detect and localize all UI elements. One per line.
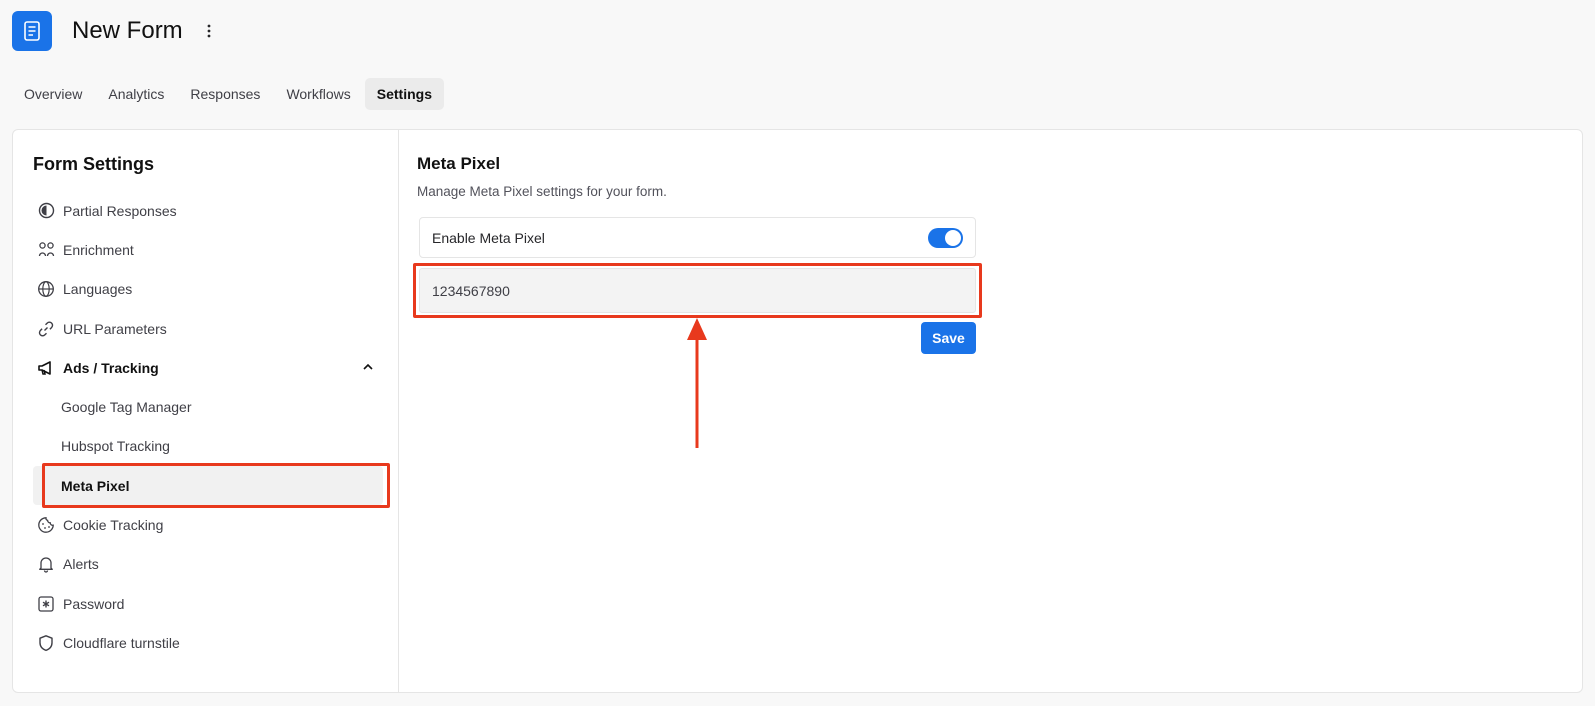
sidebar-item-label: Alerts — [63, 556, 99, 573]
sidebar-item-languages[interactable]: Languages — [33, 270, 383, 309]
globe-icon — [37, 280, 55, 298]
enable-meta-pixel-label: Enable Meta Pixel — [432, 229, 545, 246]
sidebar-item-cloudflare-turnstile[interactable]: Cloudflare turnstile — [33, 623, 383, 662]
annotation-arrow — [687, 318, 707, 448]
enable-meta-pixel-row: Enable Meta Pixel — [419, 217, 976, 258]
sidebar-item-password[interactable]: Password — [33, 584, 383, 623]
sidebar-item-label: Hubspot Tracking — [61, 438, 170, 455]
sidebar-item-label: Meta Pixel — [61, 477, 130, 494]
half-circle-icon — [37, 202, 55, 220]
document-icon — [12, 11, 52, 51]
section-description: Manage Meta Pixel settings for your form… — [417, 184, 667, 199]
sidebar-item-label: Enrichment — [63, 241, 134, 258]
sidebar-item-google-tag-manager[interactable]: Google Tag Manager — [33, 387, 383, 426]
save-button[interactable]: Save — [921, 322, 976, 354]
vertical-ellipsis-icon[interactable] — [201, 19, 217, 43]
cookie-icon — [37, 516, 55, 534]
sidebar-item-hubspot-tracking[interactable]: Hubspot Tracking — [33, 427, 383, 466]
tab-workflows[interactable]: Workflows — [274, 78, 362, 110]
settings-sidebar: Form Settings Partial Responses Enrichme… — [13, 130, 399, 692]
sidebar-item-enrichment[interactable]: Enrichment — [33, 230, 383, 269]
sidebar-item-label: Google Tag Manager — [61, 399, 192, 416]
sidebar-item-cookie-tracking[interactable]: Cookie Tracking — [33, 505, 383, 544]
section-title: Meta Pixel — [417, 154, 501, 173]
tab-responses[interactable]: Responses — [178, 78, 272, 110]
chevron-up-icon[interactable] — [361, 360, 375, 374]
toggle-knob — [945, 230, 961, 246]
sidebar-item-ads-tracking[interactable]: Ads / Tracking — [33, 348, 383, 387]
users-icon — [37, 241, 55, 259]
tab-settings[interactable]: Settings — [364, 78, 444, 110]
asterisk-icon — [37, 595, 55, 613]
meta-pixel-id-input[interactable] — [419, 268, 976, 313]
bell-icon — [37, 555, 55, 573]
sidebar-title: Form Settings — [33, 154, 155, 174]
sidebar-item-label: Languages — [63, 281, 133, 298]
sidebar-item-label: Password — [63, 595, 125, 612]
shield-icon — [37, 634, 55, 652]
sidebar-item-label: Partial Responses — [63, 202, 177, 219]
tab-analytics[interactable]: Analytics — [96, 78, 176, 110]
page-title: New Form — [72, 17, 183, 44]
sidebar-item-label: Cloudflare turnstile — [63, 634, 180, 651]
sidebar-item-label: URL Parameters — [63, 320, 167, 337]
link-icon — [37, 320, 55, 338]
sidebar-item-url-parameters[interactable]: URL Parameters — [33, 309, 383, 348]
tab-overview[interactable]: Overview — [12, 78, 94, 110]
sidebar-item-alerts[interactable]: Alerts — [33, 545, 383, 584]
sidebar-item-partial-responses[interactable]: Partial Responses — [33, 191, 383, 230]
app-header: New Form — [12, 11, 217, 51]
settings-nav: Partial Responses Enrichment Languages U… — [33, 191, 383, 663]
settings-panel: Form Settings Partial Responses Enrichme… — [12, 129, 1583, 693]
meta-pixel-content: Meta Pixel Manage Meta Pixel settings fo… — [399, 130, 1582, 692]
sidebar-item-label: Ads / Tracking — [63, 359, 159, 376]
megaphone-icon — [37, 359, 55, 377]
sidebar-item-meta-pixel[interactable]: Meta Pixel — [33, 466, 383, 506]
sidebar-item-label: Cookie Tracking — [63, 517, 164, 534]
tab-bar: Overview Analytics Responses Workflows S… — [12, 78, 444, 110]
enable-meta-pixel-toggle[interactable] — [928, 228, 963, 248]
